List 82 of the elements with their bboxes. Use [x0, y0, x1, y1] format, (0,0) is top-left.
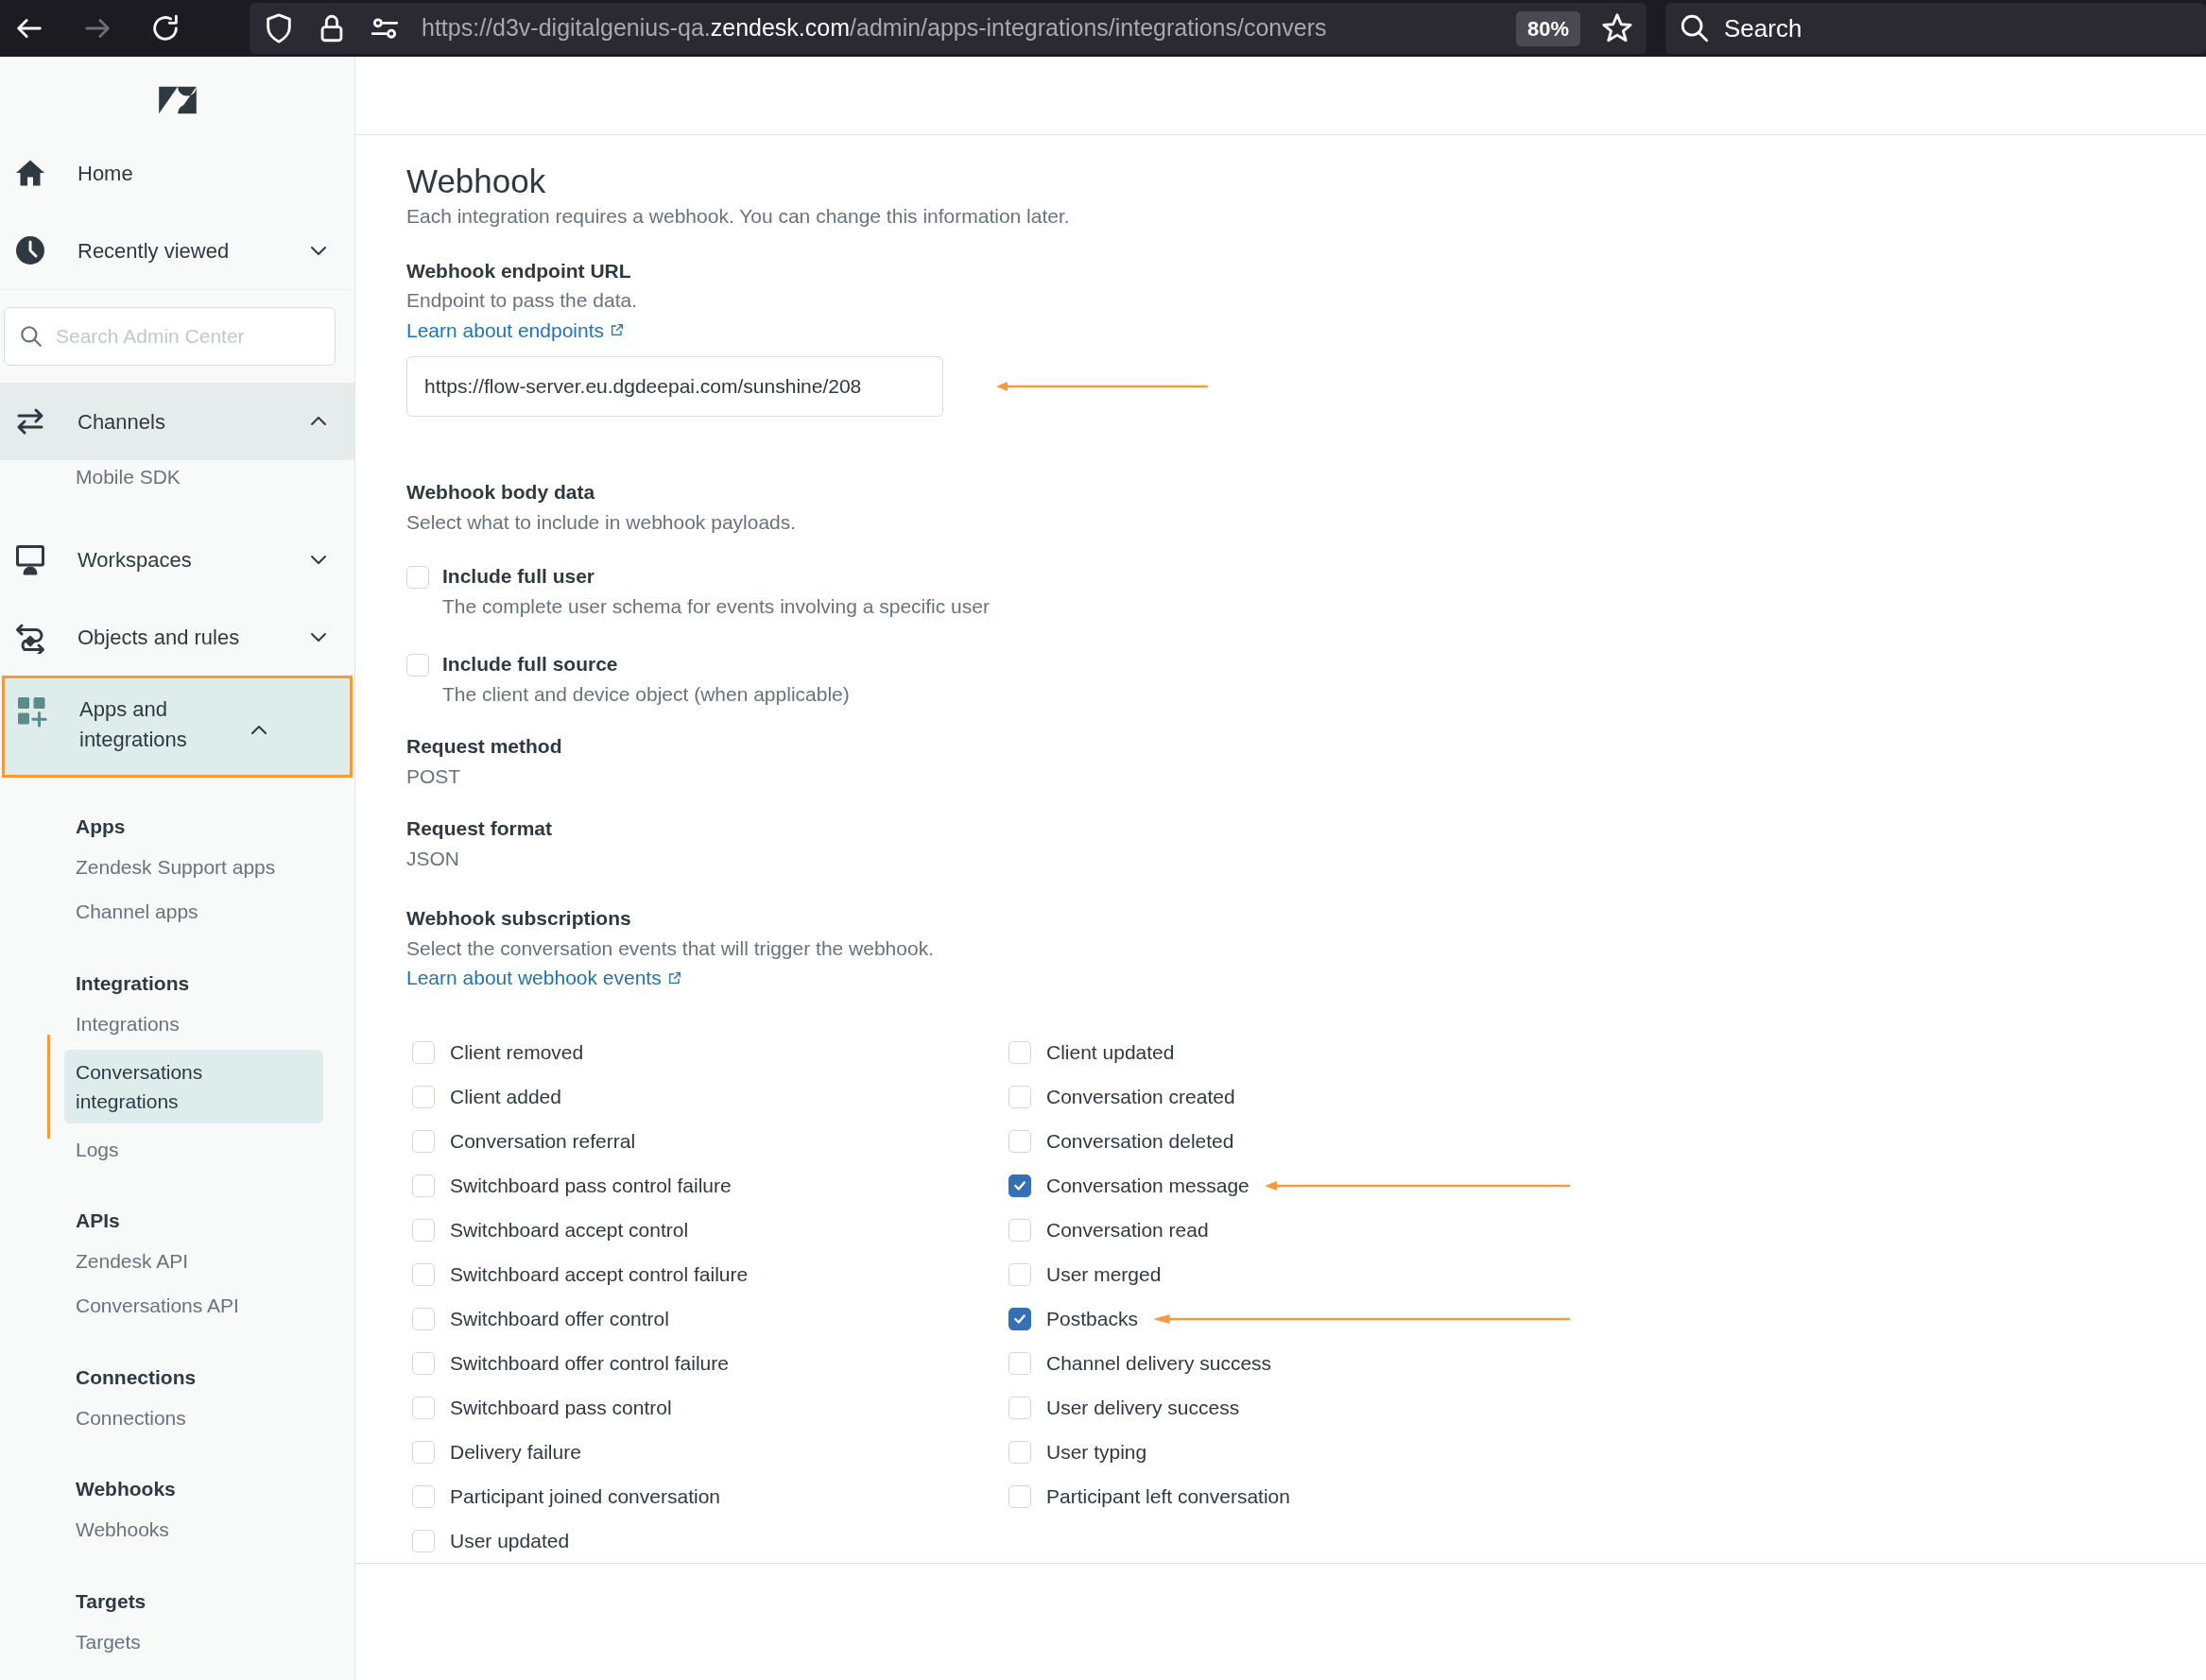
- checkbox-label: Switchboard offer control failure: [450, 1351, 729, 1377]
- checkbox-label: User merged: [1046, 1262, 1162, 1288]
- nav-item[interactable]: Recently viewed: [0, 212, 354, 289]
- checkbox-label: User typing: [1046, 1440, 1147, 1466]
- checkbox-label: Conversation message: [1046, 1174, 1249, 1199]
- browser-search-field[interactable]: Search: [1665, 3, 2206, 54]
- monitor-icon: [13, 542, 47, 576]
- nav-link[interactable]: Webhooks: [76, 1507, 169, 1552]
- check-icon: [1013, 1312, 1026, 1326]
- zoom-level[interactable]: 80%: [1515, 10, 1580, 46]
- url-input[interactable]: https://flow-server.eu.dgdeepai.com/sunshine/208: [406, 356, 943, 417]
- zendesk-logo-icon[interactable]: [156, 84, 198, 116]
- option-description: The complete user schema for events involving a specific user: [442, 593, 990, 619]
- field-label: Webhook endpoint URL: [406, 258, 632, 283]
- section-heading: Connections: [76, 1364, 198, 1390]
- url-text[interactable]: https://d3v-digitalgenius-qa.zendesk.com/admin/apps-integrations/integrations/convers: [422, 10, 1495, 46]
- external-link-icon: [666, 969, 682, 986]
- nav-link[interactable]: Integrations: [76, 1002, 180, 1046]
- checkbox-label: User delivery success: [1046, 1396, 1240, 1421]
- field-label: Webhook body data: [406, 480, 596, 505]
- option-label: Include full source: [442, 652, 619, 677]
- section-heading: Integrations: [76, 970, 191, 996]
- checkbox-label: Switchboard pass control failure: [450, 1174, 732, 1199]
- checkbox-label: Switchboard offer control: [450, 1307, 669, 1332]
- nav-item[interactable]: Apps and integrations: [2, 676, 353, 778]
- section-heading: Webhooks: [76, 1477, 177, 1501]
- link[interactable]: Learn about webhook events: [406, 963, 682, 993]
- checkbox-label: User updated: [450, 1529, 570, 1554]
- field-label: Request format: [406, 816, 554, 841]
- link[interactable]: Learn about endpoints: [406, 315, 625, 345]
- field-hint: Endpoint to pass the data.: [406, 288, 638, 313]
- clock-icon: [13, 233, 47, 267]
- page-title: Webhook: [406, 162, 547, 201]
- nav-link[interactable]: Targets: [76, 1620, 141, 1664]
- section-heading: APIs: [76, 1209, 121, 1233]
- external-link-icon: [610, 322, 625, 338]
- section-heading: Targets: [76, 1588, 147, 1614]
- search-icon: [19, 324, 43, 349]
- checkbox-label: Delivery failure: [450, 1440, 581, 1466]
- search-icon: [1679, 12, 1711, 44]
- checkbox-label: Participant left conversation: [1046, 1484, 1290, 1510]
- checkbox-label: Channel delivery success: [1046, 1351, 1272, 1377]
- check-icon: [1013, 1179, 1026, 1192]
- option-description: The client and device object (when applicable): [442, 681, 850, 707]
- nav-link[interactable]: Zendesk API: [76, 1239, 189, 1284]
- checkbox-label: Switchboard pass control: [450, 1396, 672, 1421]
- field-label: Webhook subscriptions: [406, 906, 632, 931]
- checkbox-label: Participant joined conversation: [450, 1484, 720, 1510]
- checkbox-label: Postbacks: [1046, 1307, 1138, 1332]
- field-value: JSON: [406, 846, 460, 871]
- nav-item[interactable]: Workspaces: [0, 521, 354, 598]
- checkbox-label: Switchboard accept control failure: [450, 1262, 749, 1288]
- checkbox-label: Switchboard accept control: [450, 1218, 689, 1243]
- nav-item[interactable]: Home: [0, 134, 354, 212]
- field-hint: Select the conversation events that will trigger the webhook.: [406, 935, 935, 961]
- apps-grid-icon: [15, 694, 49, 729]
- checkbox-label: Conversation referral: [450, 1129, 636, 1155]
- checkbox-label: Conversation read: [1046, 1218, 1209, 1243]
- nav-link[interactable]: Conversations integrations: [64, 1050, 323, 1123]
- nav-item[interactable]: Objects and rules: [0, 598, 354, 676]
- nav-link[interactable]: Connections: [76, 1396, 186, 1440]
- field-value: POST: [406, 763, 462, 789]
- checkbox[interactable]: [1008, 1308, 1031, 1330]
- checkbox-label: Client added: [450, 1085, 561, 1110]
- option-label: Include full user: [442, 564, 596, 589]
- nav-item[interactable]: Channels: [0, 383, 354, 460]
- checkbox[interactable]: [1008, 1174, 1031, 1197]
- checkbox-label: Client removed: [450, 1040, 584, 1066]
- nav-link[interactable]: Zendesk Support apps: [76, 845, 276, 890]
- section-heading: Apps: [76, 814, 127, 839]
- star-icon[interactable]: [1601, 12, 1633, 44]
- nav-link[interactable]: Logs: [76, 1127, 119, 1172]
- search-field[interactable]: Search Admin Center: [4, 307, 336, 366]
- field-hint: Select what to include in webhook payloads.: [406, 509, 798, 535]
- nav-link[interactable]: Channel apps: [76, 889, 198, 934]
- checkbox-label: Client updated: [1046, 1040, 1175, 1066]
- checkbox-label: Conversation created: [1046, 1085, 1235, 1110]
- description: Each integration requires a webhook. You can change this information later.: [406, 204, 1071, 229]
- field-label: Request method: [406, 734, 563, 759]
- checkbox-label: Conversation deleted: [1046, 1129, 1234, 1155]
- nav-link[interactable]: Mobile SDK: [76, 460, 181, 494]
- nav-link[interactable]: Conversations API: [76, 1283, 239, 1329]
